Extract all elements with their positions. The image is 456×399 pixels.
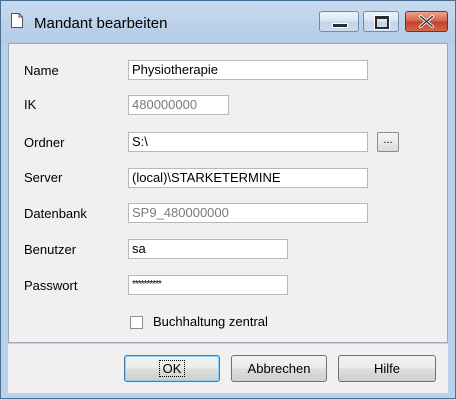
browse-folder-button[interactable]: ... [377,132,399,152]
benutzer-field[interactable]: sa [128,239,288,259]
datenbank-label: Datenbank [24,206,87,221]
server-field[interactable]: (local)\STARKETERMINE [128,168,368,188]
ordner-label: Ordner [24,135,65,150]
buchhaltung-label: Buchhaltung zentral [153,314,268,329]
help-button[interactable]: Hilfe [338,355,436,382]
document-icon [11,13,23,28]
ok-label: OK [158,360,186,377]
close-button[interactable] [405,11,448,32]
title-bar[interactable]: Mandant bearbeiten [1,1,455,43]
ik-label: IK [24,97,37,112]
cancel-button[interactable]: Abbrechen [231,355,327,382]
ordner-field[interactable]: S:\ [128,132,368,152]
server-label: Server [24,170,63,185]
name-field[interactable]: Physiotherapie [128,60,368,80]
buchhaltung-checkbox[interactable] [130,316,143,329]
datenbank-field: SP9_480000000 [128,203,368,223]
benutzer-label: Benutzer [24,242,77,257]
maximize-icon[interactable] [363,11,399,32]
passwort-label: Passwort [24,278,78,293]
close-icon [419,14,434,29]
window-title: Mandant bearbeiten [34,15,168,32]
dialog-window: Mandant bearbeiten Name Physiotherapie I… [0,0,456,399]
form-panel: Name Physiotherapie IK 480000000 Ordner … [8,43,448,343]
name-label: Name [24,63,59,78]
button-bar: OK Abbrechen Hilfe [8,343,448,393]
ok-button[interactable]: OK [124,355,220,382]
password-field[interactable]: ********** [128,275,288,295]
minimize-icon[interactable] [319,11,359,32]
ik-field: 480000000 [128,95,229,115]
